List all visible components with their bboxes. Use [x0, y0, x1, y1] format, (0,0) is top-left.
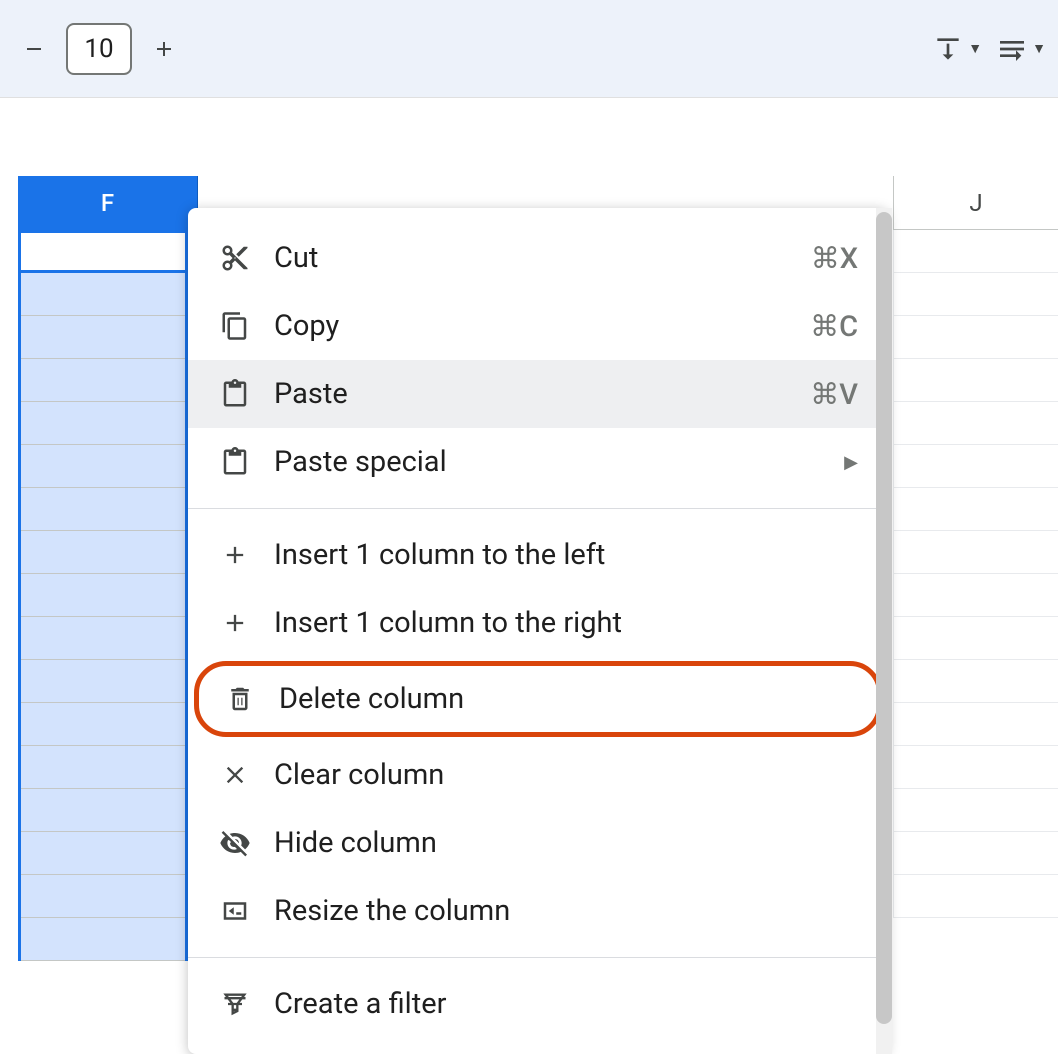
menu-item-insert-left[interactable]: Insert 1 column to the left	[188, 521, 888, 589]
menu-shortcut: ⌘C	[810, 309, 858, 344]
scissors-icon	[218, 241, 252, 275]
cell[interactable]	[21, 488, 185, 531]
cell[interactable]	[893, 617, 1058, 660]
cell[interactable]	[893, 660, 1058, 703]
menu-shortcut: ⌘X	[811, 241, 858, 276]
menu-label: Paste	[274, 377, 810, 411]
active-cell[interactable]	[18, 230, 188, 273]
cell[interactable]	[893, 531, 1058, 574]
menu-item-hide-column[interactable]: Hide column	[188, 809, 888, 877]
menu-label: Create a filter	[274, 987, 858, 1021]
menu-scrollbar[interactable]	[876, 208, 892, 1054]
menu-shortcut: ⌘V	[810, 377, 858, 412]
chevron-down-icon: ▼	[1032, 40, 1046, 57]
vertical-align-dropdown[interactable]: ▼	[932, 33, 982, 65]
cell[interactable]	[893, 316, 1058, 359]
menu-item-copy[interactable]: Copy ⌘C	[188, 292, 888, 360]
spacer	[0, 98, 1058, 176]
scrollbar-thumb[interactable]	[876, 212, 892, 1024]
toolbar: 10 ▼ ▼	[0, 0, 1058, 98]
column-header-label: F	[101, 189, 114, 217]
column-header-f[interactable]: F	[18, 176, 198, 230]
vertical-align-bottom-icon	[932, 33, 964, 65]
menu-divider	[188, 957, 888, 958]
menu-label: Hide column	[274, 826, 858, 860]
selected-column: F	[18, 176, 188, 961]
text-wrap-icon	[996, 33, 1028, 65]
minus-icon	[22, 37, 46, 61]
menu-item-cut[interactable]: Cut ⌘X	[188, 224, 888, 292]
cell[interactable]	[21, 918, 185, 961]
cell[interactable]	[21, 703, 185, 746]
cell[interactable]	[893, 402, 1058, 445]
grid-column-j	[893, 230, 1058, 918]
clipboard-icon	[218, 445, 252, 479]
font-size-input[interactable]: 10	[66, 23, 132, 75]
font-size-value: 10	[84, 34, 113, 64]
cell[interactable]	[893, 832, 1058, 875]
menu-item-resize-column[interactable]: Resize the column	[188, 877, 888, 945]
chevron-down-icon: ▼	[968, 40, 982, 57]
increase-font-button[interactable]	[140, 25, 188, 73]
cell[interactable]	[893, 359, 1058, 402]
plus-icon	[152, 37, 176, 61]
cell[interactable]	[21, 359, 185, 402]
cell[interactable]	[21, 574, 185, 617]
menu-label: Insert 1 column to the right	[274, 606, 858, 640]
menu-divider	[188, 508, 888, 509]
menu-label: Cut	[274, 241, 811, 275]
menu-item-create-filter[interactable]: Create a filter	[188, 970, 888, 1038]
close-icon	[218, 758, 252, 792]
column-header-j[interactable]: J	[893, 176, 1058, 230]
cell[interactable]	[21, 660, 185, 703]
trash-icon	[223, 682, 257, 716]
menu-item-paste[interactable]: Paste ⌘V	[188, 360, 888, 428]
menu-label: Clear column	[274, 758, 858, 792]
resize-icon	[218, 894, 252, 928]
copy-icon	[218, 309, 252, 343]
selected-cells	[18, 273, 188, 961]
text-wrap-dropdown[interactable]: ▼	[996, 33, 1046, 65]
cell[interactable]	[893, 445, 1058, 488]
menu-item-paste-special[interactable]: Paste special ▶	[188, 428, 888, 496]
cell[interactable]	[21, 316, 185, 359]
context-menu: Cut ⌘X Copy ⌘C Paste ⌘V Paste special ▶ …	[188, 208, 888, 1054]
cell[interactable]	[21, 402, 185, 445]
cell[interactable]	[21, 832, 185, 875]
cell[interactable]	[893, 273, 1058, 316]
cell[interactable]	[893, 875, 1058, 918]
cell[interactable]	[21, 531, 185, 574]
cell[interactable]	[893, 230, 1058, 273]
menu-label: Paste special	[274, 445, 844, 479]
chevron-right-icon: ▶	[844, 452, 858, 473]
cell[interactable]	[21, 617, 185, 660]
cell[interactable]	[893, 488, 1058, 531]
cell[interactable]	[21, 273, 185, 316]
filter-icon	[218, 987, 252, 1021]
menu-label: Insert 1 column to the left	[274, 538, 858, 572]
plus-icon	[218, 538, 252, 572]
cell[interactable]	[21, 445, 185, 488]
cell[interactable]	[893, 703, 1058, 746]
menu-label: Resize the column	[274, 894, 858, 928]
cell[interactable]	[893, 574, 1058, 617]
cell[interactable]	[893, 789, 1058, 832]
menu-item-insert-right[interactable]: Insert 1 column to the right	[188, 589, 888, 657]
cell[interactable]	[893, 746, 1058, 789]
decrease-font-button[interactable]	[10, 25, 58, 73]
menu-item-delete-column[interactable]: Delete column	[194, 661, 882, 737]
menu-label: Delete column	[279, 682, 853, 716]
menu-label: Copy	[274, 309, 810, 343]
column-header-label: J	[969, 189, 982, 217]
clipboard-icon	[218, 377, 252, 411]
cell[interactable]	[21, 789, 185, 832]
cell[interactable]	[21, 746, 185, 789]
plus-icon	[218, 606, 252, 640]
eye-off-icon	[218, 826, 252, 860]
menu-item-clear-column[interactable]: Clear column	[188, 741, 888, 809]
cell[interactable]	[21, 875, 185, 918]
